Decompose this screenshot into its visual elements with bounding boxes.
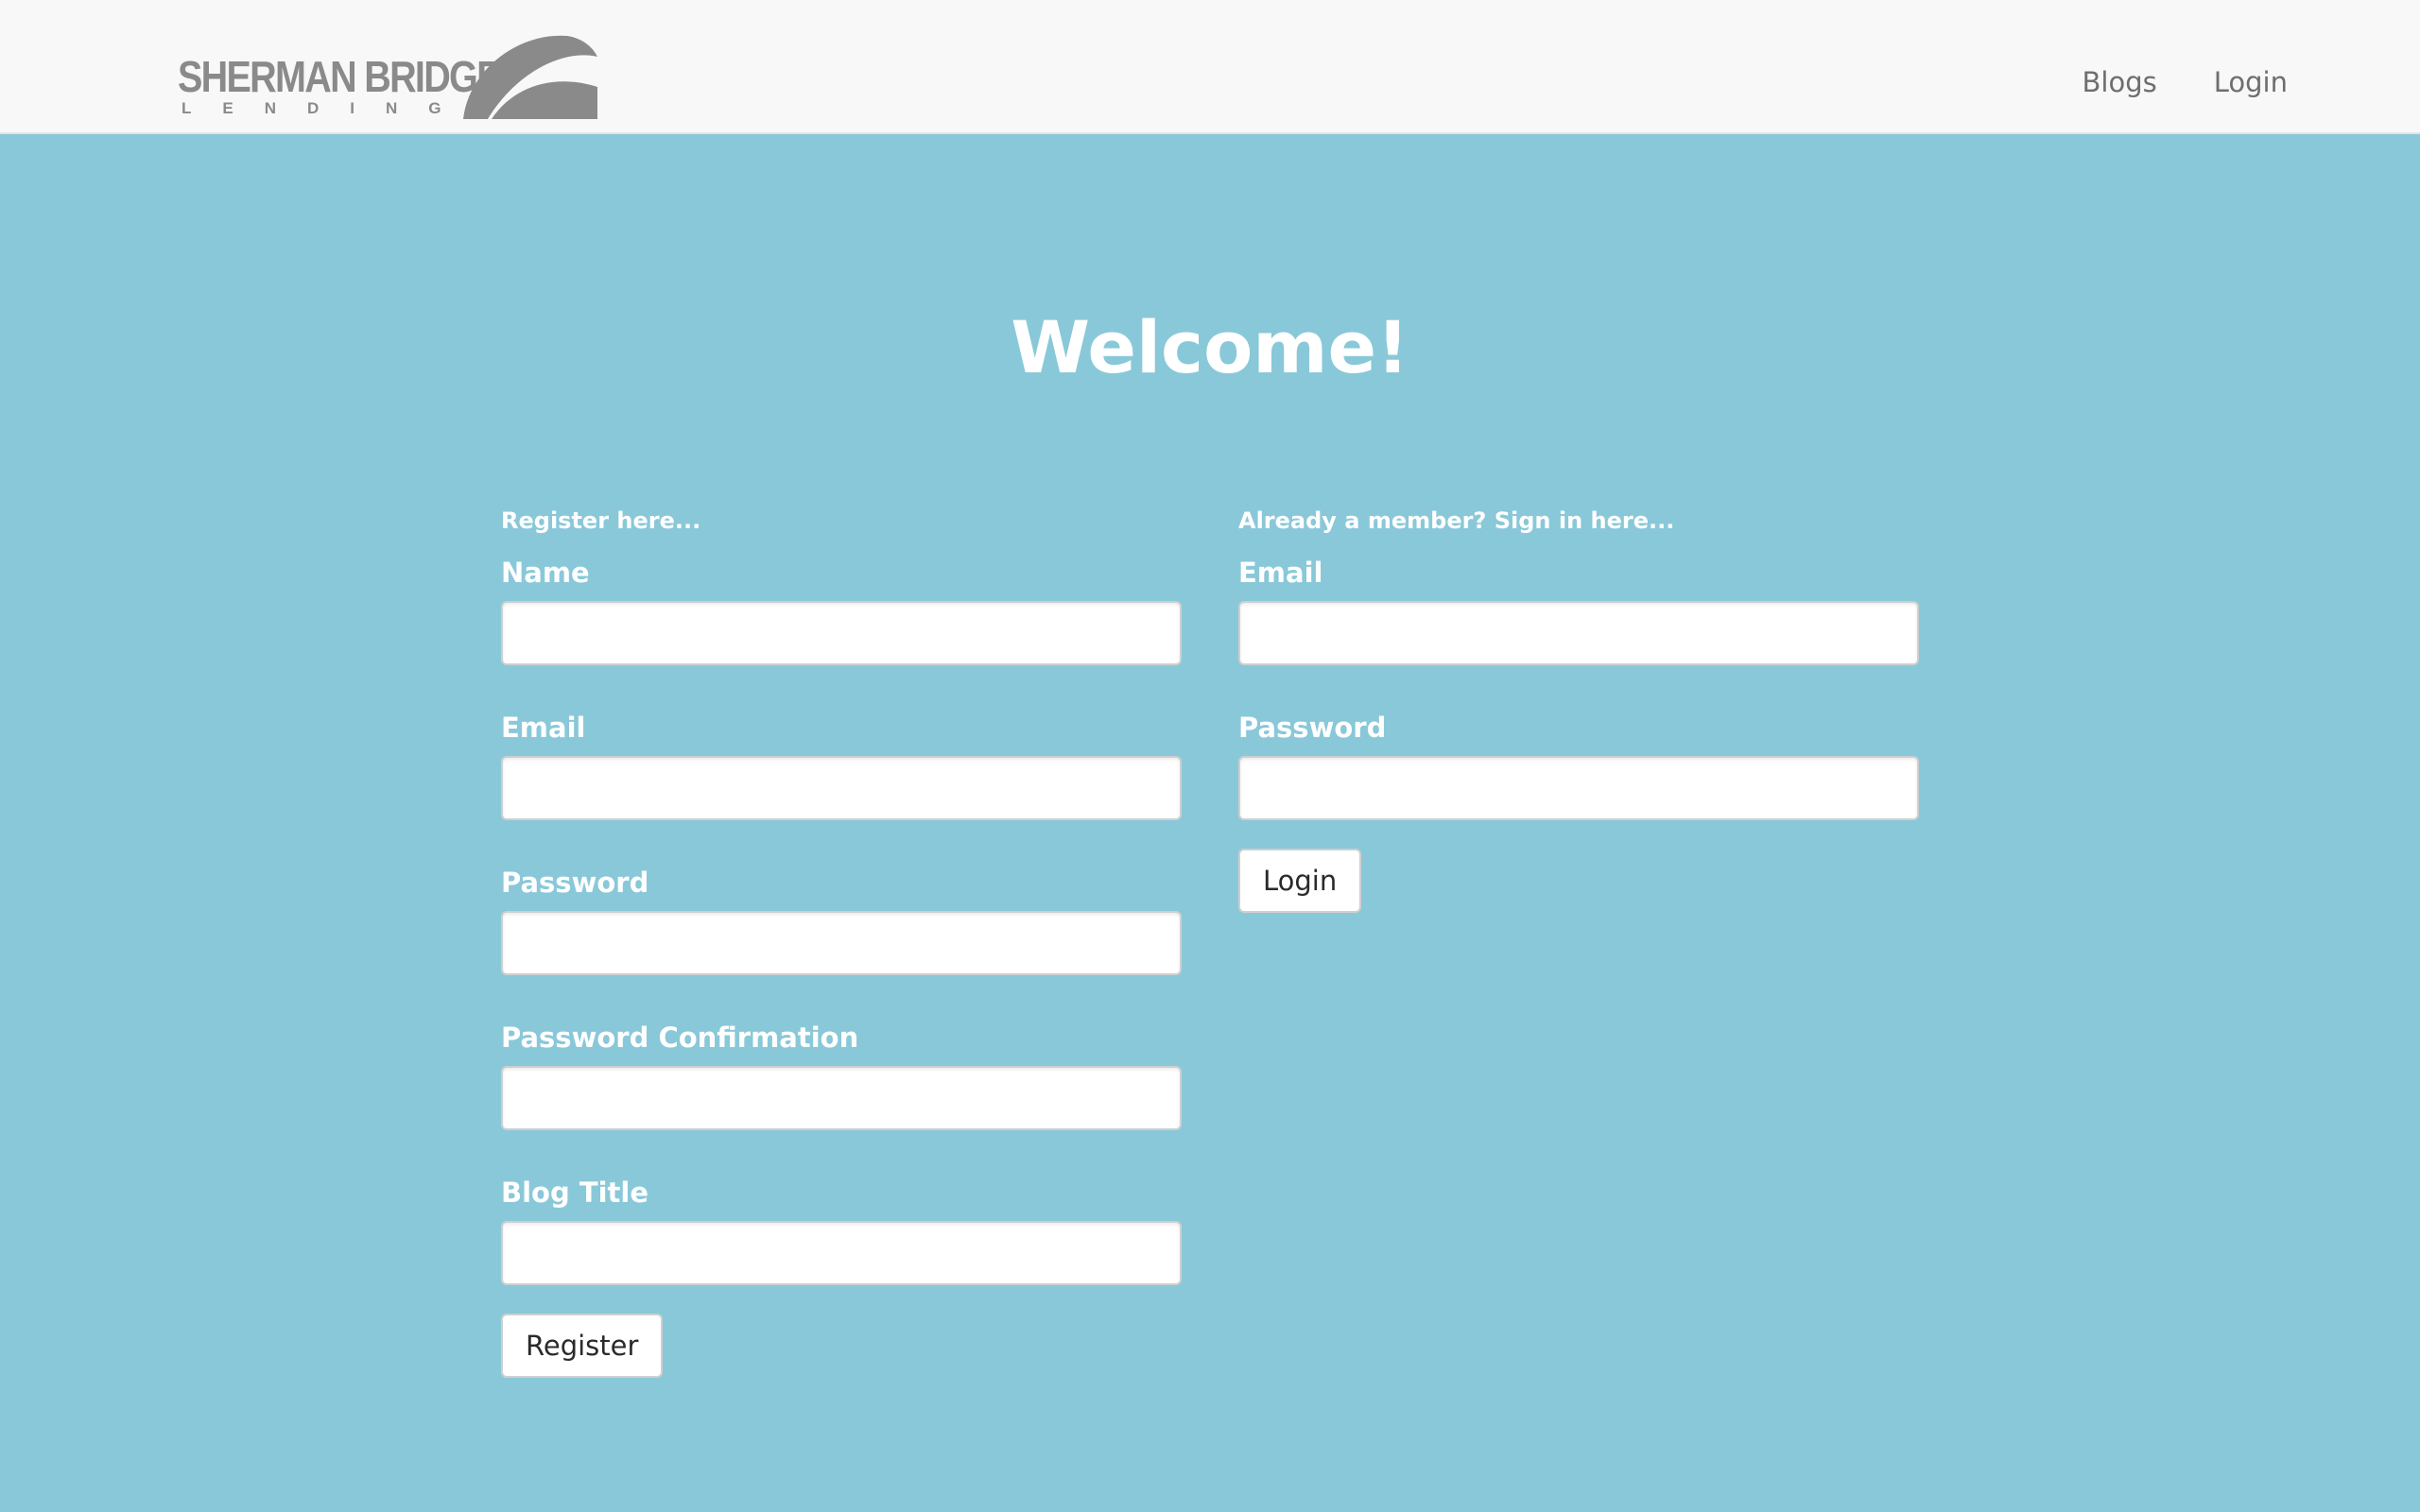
login-email-label: Email [1238,557,1323,589]
blog-title-label: Blog Title [501,1177,649,1209]
nav-link-login[interactable]: Login [2214,66,2288,98]
login-email-field[interactable] [1238,601,1919,665]
login-button[interactable]: Login [1238,849,1362,913]
register-button[interactable]: Register [501,1314,664,1378]
register-intro: Register here... [501,507,701,534]
page-title: Welcome! [1011,305,1409,389]
register-email-field[interactable] [501,756,1182,820]
bridge-arch-icon [463,35,597,119]
logo-subtitle: LENDING [182,99,473,117]
logo-wordmark: SHERMAN BRIDGE [178,52,501,101]
blog-title-field[interactable] [501,1221,1182,1285]
login-password-label: Password [1238,712,1387,744]
main-nav: Blogs Login [2083,66,2288,98]
login-intro: Already a member? Sign in here... [1238,507,1675,534]
sherman-bridge-logo[interactable]: SHERMAN BRIDGE LENDING [178,32,597,119]
nav-link-blogs[interactable]: Blogs [2083,66,2157,98]
password-confirmation-field[interactable] [501,1066,1182,1130]
register-email-label: Email [501,712,586,744]
login-password-field[interactable] [1238,756,1919,820]
name-field[interactable] [501,601,1182,665]
register-password-label: Password [501,867,649,899]
register-form: Register here... Name Email Password Pas… [501,507,1182,1378]
site-header: SHERMAN BRIDGE LENDING Blogs Login [0,0,2420,134]
login-form: Already a member? Sign in here... Email … [1238,507,1919,913]
password-confirmation-label: Password Confirmation [501,1022,859,1054]
register-password-field[interactable] [501,911,1182,975]
name-label: Name [501,557,590,589]
